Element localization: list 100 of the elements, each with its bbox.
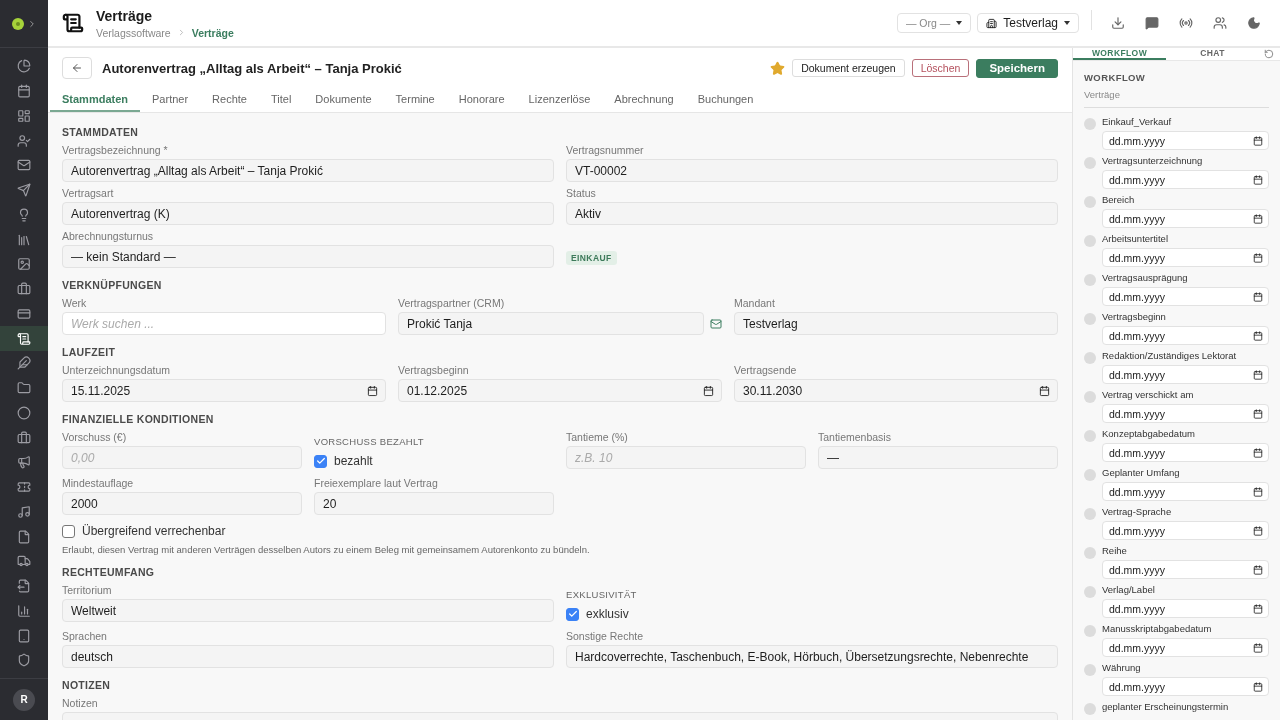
tab[interactable]: Stammdaten — [50, 88, 141, 112]
calendar-icon[interactable] — [1253, 447, 1263, 458]
action-button[interactable]: Dokument erzeugen — [792, 59, 905, 77]
moon-icon[interactable] — [1247, 16, 1261, 30]
section-title: STAMMDATEN — [62, 125, 140, 139]
input-field[interactable]: 20 — [314, 492, 554, 515]
date-field[interactable]: dd.mm.yyyy — [1102, 443, 1269, 462]
calendar-icon[interactable] — [1253, 564, 1263, 575]
date-field[interactable]: dd.mm.yyyy — [1102, 209, 1269, 228]
date-field[interactable]: 30.11.2030 — [734, 379, 1058, 402]
input-field[interactable]: — kein Standard — — [62, 245, 554, 268]
field-label: Mandant — [734, 297, 776, 310]
tab[interactable]: Rechte — [200, 88, 259, 112]
tab[interactable]: Termine — [383, 88, 447, 112]
date-field[interactable]: dd.mm.yyyy — [1102, 131, 1269, 150]
back-arrow-icon — [71, 62, 83, 74]
calendar-icon[interactable] — [1253, 369, 1263, 380]
tab[interactable]: Dokumente — [303, 88, 384, 112]
input-field[interactable]: VT-00002 — [566, 159, 1058, 182]
calendar-icon[interactable] — [1253, 642, 1263, 653]
calendar-icon[interactable] — [367, 385, 378, 396]
date-field[interactable]: dd.mm.yyyy — [1102, 326, 1269, 345]
input-field[interactable]: Autorenvertrag „Alltag als Arbeit“ – Tanja Prokić — [62, 159, 554, 182]
checkbox[interactable] — [62, 524, 75, 538]
calendar-icon[interactable] — [1253, 330, 1263, 341]
input-field[interactable]: — — [818, 446, 1058, 469]
message-icon[interactable] — [1145, 16, 1159, 30]
nav-item[interactable] — [0, 326, 48, 351]
step-label: Währung — [1102, 662, 1142, 674]
calendar-icon[interactable] — [1253, 174, 1263, 185]
input-field[interactable]: z.B. 10 — [566, 446, 806, 469]
calendar-icon[interactable] — [703, 385, 714, 396]
checkbox[interactable] — [566, 607, 579, 621]
date-field[interactable]: dd.mm.yyyy — [1102, 248, 1269, 267]
calendar-icon[interactable] — [1253, 681, 1263, 692]
date-field[interactable]: dd.mm.yyyy — [1102, 170, 1269, 189]
tab[interactable]: Buchungen — [685, 88, 766, 112]
date-field[interactable]: 15.11.2025 — [62, 379, 386, 402]
broadcast-icon[interactable] — [1179, 16, 1193, 30]
delete-button[interactable]: Löschen — [911, 59, 970, 77]
refresh-icon[interactable] — [1264, 49, 1274, 59]
date-field[interactable]: dd.mm.yyyy — [1102, 599, 1269, 618]
pie-chart-icon — [17, 59, 31, 74]
select-placeholder: — Org — — [905, 17, 951, 29]
input-field[interactable]: Testverlag — [734, 312, 1058, 335]
calendar-icon[interactable] — [1253, 603, 1263, 614]
date-field[interactable]: dd.mm.yyyy — [1102, 677, 1269, 696]
date-field[interactable]: dd.mm.yyyy — [1102, 482, 1269, 501]
panel-tab[interactable]: CHAT — [1166, 48, 1259, 60]
date-field[interactable]: dd.mm.yyyy — [1102, 404, 1269, 423]
company-select[interactable]: Testverlag — [977, 13, 1079, 33]
select-value: Testverlag — [1003, 16, 1058, 30]
download-icon[interactable] — [1111, 16, 1125, 30]
save-button[interactable]: Speichern — [976, 58, 1058, 78]
step-label: Redaktion/Zuständiges Lektorat — [1102, 350, 1238, 362]
calendar-icon[interactable] — [1253, 525, 1263, 536]
tab[interactable]: Honorare — [446, 88, 517, 112]
breadcrumb-link[interactable]: Verträge — [191, 26, 234, 39]
panel-tab[interactable]: WORKFLOW — [1073, 48, 1166, 60]
mail-icon — [17, 158, 31, 173]
calendar-icon[interactable] — [1253, 213, 1263, 224]
calendar-icon[interactable] — [1039, 385, 1050, 396]
date-field[interactable]: dd.mm.yyyy — [1102, 521, 1269, 540]
mail-icon[interactable] — [710, 317, 722, 330]
step-label: Vertrag verschickt am — [1102, 389, 1195, 401]
avatar[interactable]: R — [13, 688, 35, 711]
calendar-icon[interactable] — [1253, 291, 1263, 302]
date-field[interactable]: 01.12.2025 — [398, 379, 722, 402]
input-field[interactable]: Autorenvertrag (K) — [62, 202, 554, 225]
tab[interactable]: Lizenzerlöse — [516, 88, 603, 112]
input-field[interactable]: Prokić Tanja — [398, 312, 704, 335]
input-field[interactable]: Aktiv — [566, 202, 1058, 225]
date-field[interactable]: dd.mm.yyyy — [1102, 560, 1269, 579]
input-field[interactable]: 2000 — [62, 492, 302, 515]
date-field[interactable]: dd.mm.yyyy — [1102, 287, 1269, 306]
input-field[interactable]: 0,00 — [62, 446, 302, 469]
input-field[interactable]: Weltweit — [62, 599, 554, 622]
card-icon — [17, 306, 31, 321]
breadcrumb-link[interactable]: Verlagssoftware — [96, 26, 171, 39]
tab[interactable]: Abrechnung — [602, 88, 686, 112]
tab[interactable]: Titel — [258, 88, 304, 112]
date-field[interactable]: dd.mm.yyyy — [1102, 365, 1269, 384]
org-select[interactable]: — Org — — [896, 13, 972, 33]
input-field[interactable]: Hardcoverrechte, Taschenbuch, E-Book, Hörbuch, Übersetzungsrechte, Nebenrechte — [566, 645, 1058, 668]
users-icon[interactable] — [1213, 16, 1227, 30]
calendar-icon — [17, 84, 31, 99]
star-icon[interactable] — [770, 60, 786, 76]
date-field[interactable]: dd.mm.yyyy — [1102, 638, 1269, 657]
search-field[interactable]: Werk suchen ... — [62, 312, 386, 335]
calendar-icon[interactable] — [1253, 486, 1263, 497]
tab[interactable]: Partner — [140, 88, 201, 112]
input-field[interactable]: deutsch — [62, 645, 554, 668]
field-label: Unterzeichnungsdatum — [62, 364, 171, 377]
calendar-icon[interactable] — [1253, 408, 1263, 419]
checkbox[interactable] — [314, 454, 327, 468]
caret-icon — [956, 21, 963, 25]
calendar-icon[interactable] — [1253, 252, 1263, 263]
checkbox-label: exklusiv — [586, 607, 629, 621]
calendar-icon[interactable] — [1253, 135, 1263, 146]
field-label: Vertragsbezeichnung * — [62, 144, 169, 157]
